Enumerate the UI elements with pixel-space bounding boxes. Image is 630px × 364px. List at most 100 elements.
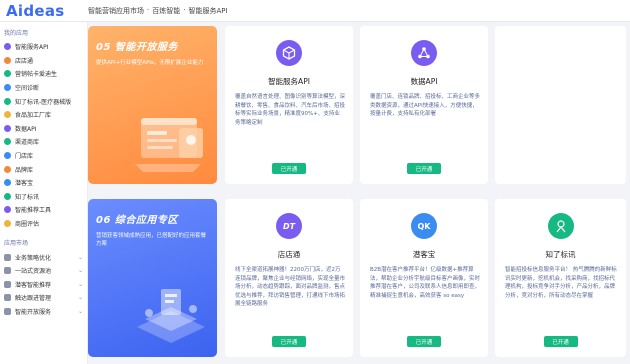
sidebar-section-app-market: 应用市场 (4, 240, 29, 248)
app-icon (4, 43, 11, 51)
sidebar-item-label: 知了标讯-医疗器械版 (15, 98, 72, 106)
app-card-title: 潜客宝 (412, 250, 436, 259)
sidebar-item-label: 品牌库 (15, 166, 34, 174)
sidebar-item[interactable]: 智能推荐工具 (0, 203, 87, 217)
activated-button[interactable]: 已开通 (272, 163, 306, 174)
sidebar-item-label: 触达跟进管理 (15, 295, 52, 303)
chevron-down-icon[interactable]: ⌄ (78, 267, 83, 274)
sidebar-item-label: 营销帖卡爱迪生 (15, 71, 58, 79)
main-content: 05 智能开放服务 提供API+行业模型APIs，无限扩展企业能力 06 综合应… (88, 22, 630, 364)
app-icon (4, 165, 11, 173)
dt-icon: DT (276, 213, 302, 239)
app-icon (4, 280, 11, 288)
qk-icon: QK (411, 213, 437, 239)
sidebar-item[interactable]: 门店库 (0, 149, 87, 163)
promo-banner-open-services[interactable]: 05 智能开放服务 提供API+行业模型APIs，无限扩展企业能力 (88, 26, 217, 184)
chevron-down-icon[interactable]: ⌄ (78, 281, 83, 288)
zl-icon (547, 213, 574, 239)
app-icon (4, 307, 11, 315)
app-card-title: 数据API (410, 77, 438, 86)
app-icon (4, 192, 11, 200)
breadcrumb-separator: · (147, 5, 150, 14)
chevron-down-icon[interactable]: ⌄ (78, 294, 83, 301)
breadcrumb-item[interactable]: 智能营销应用市场 (88, 6, 144, 16)
sidebar-item[interactable]: 一站式资源池 ⌄ (0, 264, 87, 278)
chevron-down-icon[interactable]: ⌄ (78, 308, 83, 315)
sidebar-item[interactable]: 知了标讯-医疗器械版 (0, 94, 87, 108)
activated-button[interactable]: 已开通 (407, 336, 441, 347)
breadcrumb-separator: · (183, 5, 186, 14)
sidebar-item[interactable]: 店店通 (0, 54, 87, 68)
sidebar-item-label: 智能推荐工具 (15, 207, 52, 215)
sidebar-item-label: 业务策略优化 (15, 254, 52, 262)
sidebar-item[interactable]: 商圈评估 (0, 217, 87, 231)
breadcrumb-item[interactable]: 百炼智能 (152, 6, 180, 16)
sidebar-item[interactable]: 渠道商库 (0, 135, 87, 149)
sidebar-item-label: 空间诊断 (15, 85, 40, 93)
app-icon (4, 220, 11, 228)
sidebar-item-label: 数据API (15, 125, 37, 133)
promo-banner-integrated-apps[interactable]: 06 综合应用专区 营销获客领域成熟应用，已搭配好的应用套餐方案 (88, 199, 217, 357)
sidebar-item[interactable]: 智能服务API (0, 40, 87, 54)
app-card-smart-service-api[interactable]: 智能服务API 覆盖自然语言处理、图像识别等算法模型，深耕餐饮、零售、食品饮料、… (225, 26, 353, 184)
app-card-title: 知了标讯 (545, 250, 576, 259)
activated-button[interactable]: 已开通 (272, 336, 306, 347)
app-card-description: 线下全渠道拓展神器！2200万门店，近2万连锁品牌，聚焦企业与经销网络，实现全量… (235, 267, 346, 307)
app-logo[interactable]: Aideas (0, 2, 88, 20)
app-icon (4, 70, 11, 78)
activated-button[interactable]: 已开通 (543, 336, 578, 347)
top-bar: Aideas 智能营销应用市场 · 百炼智能 · 智能服务API (0, 0, 630, 22)
sidebar-item[interactable]: 品牌库 (0, 162, 87, 176)
chevron-down-icon[interactable]: ⌄ (78, 254, 83, 261)
app-icon (4, 179, 11, 187)
app-icon (4, 97, 11, 105)
app-card-description: 覆盖门店、连锁品牌、招投标、工商企业等多类数据资源，通过API快速接入，方便快捷… (370, 94, 481, 117)
sidebar: 我的应用 智能服务API 店店通营销帖卡爱迪生 空间诊断知了标讯-医疗器械版 食品加工… (0, 22, 88, 364)
sidebar-item-label: 食品加工厂库 (15, 112, 52, 120)
sidebar-item-label: 商圈评估 (15, 221, 40, 229)
breadcrumb-item: 智能服务API (188, 6, 228, 15)
sidebar-item[interactable]: 知了标讯 (0, 190, 87, 204)
sidebar-item-label: 潜客宝 (15, 180, 34, 188)
app-card-description: 覆盖自然语言处理、图像识别等算法模型，深耕餐饮、零售、食品饮料、汽车后市场、招投… (235, 94, 346, 126)
sidebar-item[interactable]: 空间诊断 (0, 81, 87, 95)
browser-illustration-icon (135, 118, 203, 172)
app-card-qiankebao[interactable]: QK 潜客宝 B2B潜在客户推荐平台！亿级数据+推荐算法，帮助企业分析宇航级目标… (360, 199, 488, 357)
empty-card-slot (495, 26, 626, 184)
sidebar-item[interactable]: 食品加工厂库 (0, 108, 87, 122)
sidebar-item[interactable]: 潜客智能推荐 ⌄ (0, 278, 87, 292)
sidebar-item[interactable]: 触达跟进管理 ⌄ (0, 291, 87, 305)
app-card-description: 智能招投标信息服务平台！ 热气腾腾的新鲜标讯实时更新，挖机机会，找采购商，找招标… (505, 267, 617, 299)
app-icon (4, 267, 11, 275)
sidebar-item[interactable]: 智能开放服务 ⌄ (0, 305, 87, 319)
app-icon (4, 124, 11, 132)
app-card-title: 智能服务API (268, 77, 310, 86)
app-icon (4, 294, 11, 302)
app-icon (4, 111, 11, 119)
sidebar-item[interactable]: 数据API (0, 122, 87, 136)
app-card-title: 店店通 (277, 250, 301, 259)
promo-title: 05 智能开放服务 (96, 42, 178, 53)
app-card-data-api[interactable]: 数据API 覆盖门店、连锁品牌、招投标、工商企业等多类数据资源，通过API快速接… (360, 26, 488, 184)
platform-illustration-icon (137, 289, 205, 343)
sidebar-item[interactable]: 潜客宝 (0, 176, 87, 190)
sidebar-item-label: 智能服务API (15, 44, 49, 52)
sidebar-item-label: 知了标讯 (15, 193, 40, 201)
sidebar-item[interactable]: 业务策略优化 ⌄ (0, 250, 87, 264)
promo-description: 提供API+行业模型APIs，无限扩展企业能力 (96, 60, 204, 66)
app-icon (4, 152, 11, 160)
breadcrumb: 智能营销应用市场 · 百炼智能 · 智能服务API (88, 6, 228, 16)
activated-button[interactable]: 已开通 (407, 163, 441, 174)
app-icon (4, 56, 11, 64)
sidebar-section-my-apps: 我的应用 (4, 30, 29, 37)
app-card-diandiantong[interactable]: DT 店店通 线下全渠道拓展神器！2200万门店，近2万连锁品牌，聚焦企业与经销… (225, 199, 353, 357)
sidebar-item[interactable]: 营销帖卡爱迪生 (0, 67, 87, 81)
sidebar-item-label: 潜客智能推荐 (15, 281, 52, 289)
cube-icon (276, 40, 302, 66)
sidebar-item-label: 门店库 (15, 153, 34, 161)
app-icon (4, 84, 11, 92)
sidebar-item-label: 店店通 (15, 57, 34, 65)
sidebar-item-label: 渠道商库 (15, 139, 40, 147)
app-card-zhiliao-biaoxun[interactable]: 知了标讯 智能招投标信息服务平台！ 热气腾腾的新鲜标讯实时更新，挖机机会，找采购… (495, 199, 626, 357)
app-icon (4, 138, 11, 146)
